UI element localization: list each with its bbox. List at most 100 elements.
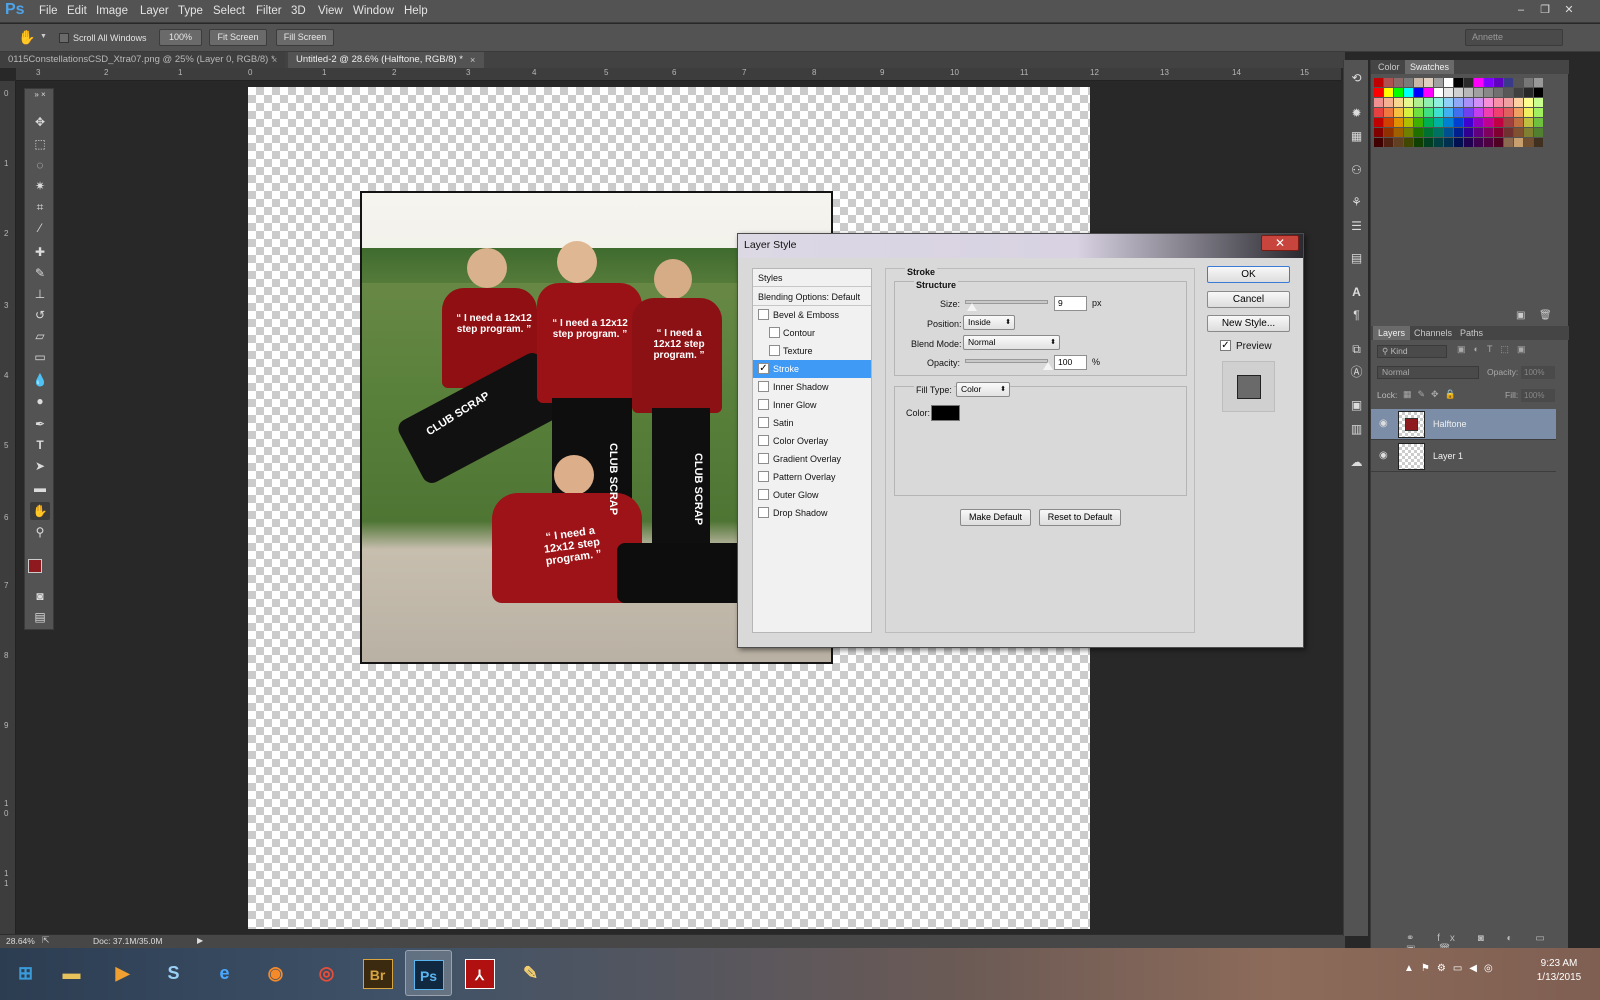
color-swatch[interactable]: [1474, 128, 1483, 137]
color-swatch[interactable]: [1534, 78, 1543, 87]
fill-type-select[interactable]: Color ⬍: [956, 382, 1010, 397]
taskbar-ie-icon[interactable]: e: [201, 950, 248, 996]
color-swatch[interactable]: [1454, 138, 1463, 147]
color-swatch[interactable]: [1414, 88, 1423, 97]
quick-mask-icon[interactable]: ◙: [30, 587, 50, 605]
color-swatch[interactable]: [1384, 138, 1393, 147]
ok-button[interactable]: OK: [1207, 266, 1290, 283]
effect-checkbox[interactable]: ✓: [758, 363, 769, 374]
color-swatch[interactable]: [1464, 98, 1473, 107]
effect-item-inner-glow[interactable]: Inner Glow: [753, 396, 871, 414]
color-swatch[interactable]: [1514, 138, 1523, 147]
rectangle-tool-icon[interactable]: ▬: [30, 479, 50, 497]
opacity-slider-thumb[interactable]: [1043, 362, 1053, 370]
color-swatch[interactable]: [1394, 138, 1403, 147]
color-swatch[interactable]: [1404, 128, 1413, 137]
visibility-eye-icon[interactable]: ◉: [1379, 418, 1388, 429]
menu-type[interactable]: Type: [178, 5, 203, 17]
color-swatch[interactable]: [1484, 88, 1493, 97]
color-swatch[interactable]: [1484, 118, 1493, 127]
color-swatch[interactable]: [1404, 138, 1413, 147]
color-swatch[interactable]: [1514, 108, 1523, 117]
color-swatch[interactable]: [1374, 98, 1383, 107]
color-swatch[interactable]: [1514, 98, 1523, 107]
color-swatch[interactable]: [1414, 108, 1423, 117]
adjustments-icon[interactable]: ☰: [1348, 218, 1365, 235]
color-swatch[interactable]: [1484, 78, 1493, 87]
color-swatch[interactable]: [1414, 118, 1423, 127]
color-swatch[interactable]: [1414, 98, 1423, 107]
color-swatch[interactable]: [1454, 108, 1463, 117]
size-slider-thumb[interactable]: [967, 303, 978, 311]
color-swatch[interactable]: [1494, 118, 1503, 127]
color-swatch[interactable]: [1404, 108, 1413, 117]
size-field[interactable]: 9: [1054, 296, 1087, 311]
color-swatch[interactable]: [1514, 128, 1523, 137]
color-swatch[interactable]: [1464, 128, 1473, 137]
color-swatch[interactable]: [1424, 108, 1433, 117]
reset-to-default-button[interactable]: Reset to Default: [1039, 509, 1121, 526]
swatches-grid[interactable]: [1374, 78, 1564, 168]
pen-tool-icon[interactable]: ✒: [30, 415, 50, 433]
clone-source-icon[interactable]: ⚇: [1348, 162, 1365, 179]
brush-presets-icon[interactable]: ▦: [1348, 128, 1365, 145]
collapse-icon[interactable]: » ×: [30, 91, 50, 99]
color-swatch[interactable]: [1394, 78, 1403, 87]
creative-cloud-icon[interactable]: ☁: [1348, 454, 1365, 471]
color-swatch[interactable]: [1434, 88, 1443, 97]
tab-paths[interactable]: Paths: [1455, 326, 1488, 340]
color-swatch[interactable]: [1374, 78, 1383, 87]
layer-filter-kind[interactable]: ⚲ Kind: [1377, 345, 1447, 358]
menu-file[interactable]: File: [39, 5, 58, 17]
color-swatch[interactable]: [1534, 128, 1543, 137]
taskbar-firefox-icon[interactable]: ◉: [252, 950, 299, 996]
healing-brush-icon[interactable]: ✚: [30, 243, 50, 261]
color-swatch[interactable]: [1404, 78, 1413, 87]
color-swatch[interactable]: [1454, 98, 1463, 107]
history-icon[interactable]: ⟲: [1348, 70, 1365, 87]
menu-3d[interactable]: 3D: [291, 5, 306, 17]
minimize-button[interactable]: –: [1514, 3, 1528, 17]
layer-opacity-field[interactable]: 100%: [1521, 366, 1555, 379]
move-tool-icon[interactable]: ✥: [30, 113, 50, 131]
color-swatch[interactable]: [1434, 138, 1443, 147]
color-swatch[interactable]: [1424, 78, 1433, 87]
effect-checkbox[interactable]: [758, 381, 769, 392]
color-swatch[interactable]: [1514, 78, 1523, 87]
color-swatch[interactable]: [1464, 78, 1473, 87]
tab-channels[interactable]: Channels: [1409, 326, 1457, 340]
color-swatch[interactable]: [1404, 98, 1413, 107]
effect-item-drop-shadow[interactable]: Drop Shadow: [753, 504, 871, 522]
character-styles-icon[interactable]: ⧉: [1348, 341, 1365, 358]
close-tab-icon[interactable]: ×: [272, 52, 277, 68]
color-swatch[interactable]: [1524, 118, 1533, 127]
tab-color[interactable]: Color: [1373, 60, 1405, 74]
tool-presets-icon[interactable]: ⚘: [1348, 194, 1365, 211]
color-swatch[interactable]: [1454, 78, 1463, 87]
layer-blend-mode[interactable]: Normal: [1377, 366, 1479, 379]
color-swatch[interactable]: [1494, 138, 1503, 147]
preview-checkbox[interactable]: ✓: [1220, 340, 1231, 351]
color-swatch[interactable]: [1384, 98, 1393, 107]
path-selection-icon[interactable]: ➤: [30, 457, 50, 475]
effect-item-stroke[interactable]: ✓ Stroke: [753, 360, 871, 378]
styles-header[interactable]: Styles: [753, 269, 871, 287]
stroke-color-swatch[interactable]: [931, 405, 960, 421]
close-tab-icon[interactable]: ×: [470, 52, 475, 68]
hand-tool-icon[interactable]: ✋: [18, 29, 35, 46]
effect-item-gradient-overlay[interactable]: Gradient Overlay: [753, 450, 871, 468]
color-swatch[interactable]: [1424, 98, 1433, 107]
color-swatch[interactable]: [1484, 108, 1493, 117]
menu-image[interactable]: Image: [96, 5, 128, 17]
effect-checkbox[interactable]: [769, 327, 780, 338]
new-style-button[interactable]: New Style...: [1207, 315, 1290, 332]
color-swatch[interactable]: [1494, 108, 1503, 117]
effect-item-texture[interactable]: Texture: [753, 342, 871, 360]
color-swatch[interactable]: [1384, 108, 1393, 117]
system-tray-icons[interactable]: ▲⚑⚙▭◀◎: [1404, 963, 1500, 974]
color-swatch[interactable]: [1374, 118, 1383, 127]
color-swatch[interactable]: [1434, 78, 1443, 87]
effect-item-color-overlay[interactable]: Color Overlay: [753, 432, 871, 450]
color-swatch[interactable]: [1524, 128, 1533, 137]
color-swatch[interactable]: [1524, 98, 1533, 107]
